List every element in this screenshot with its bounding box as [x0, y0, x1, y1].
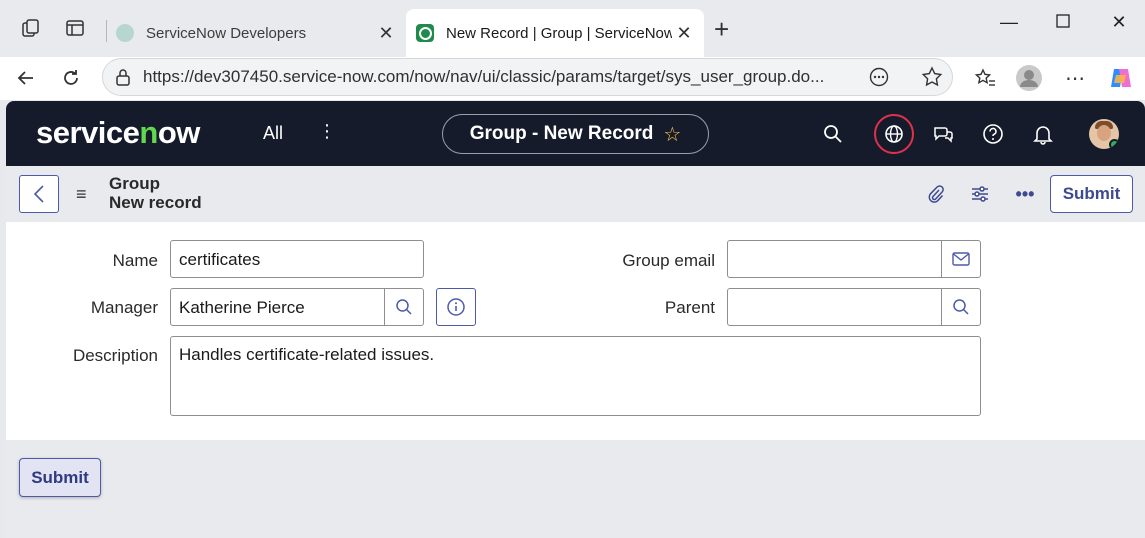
new-tab-icon[interactable]: + [714, 14, 729, 45]
name-field[interactable]: certificates [170, 240, 424, 278]
context-title-pill[interactable]: Group - New Record ☆ [442, 114, 709, 154]
close-tab-icon[interactable]: ✕ [374, 23, 398, 44]
group-email-label: Group email [622, 251, 715, 270]
back-arrow-icon[interactable] [11, 63, 41, 93]
description-textarea[interactable]: Handles certificate-related issues. [170, 336, 981, 416]
url-text: https://dev307450.service-now.com/now/na… [143, 67, 825, 86]
browser-tab-new-record[interactable]: New Record | Group | ServiceNow ✕ [406, 9, 704, 57]
lock-icon[interactable] [103, 68, 143, 86]
parent-label: Parent [664, 298, 715, 317]
language-globe-button[interactable] [874, 114, 914, 154]
back-button[interactable] [19, 175, 59, 213]
form-body: Name certificates Manager Katherine Pier… [6, 222, 1145, 440]
table-label: Group [109, 174, 160, 193]
info-icon [447, 298, 465, 316]
servicenow-header: servicenow All ⋮ Group - New Record ☆ [6, 101, 1145, 166]
workspaces-icon[interactable] [18, 15, 44, 41]
search-icon [953, 299, 969, 315]
online-status-icon [1109, 139, 1119, 149]
servicenow-developers-favicon-icon [116, 24, 134, 42]
manager-preview-button[interactable] [436, 288, 476, 326]
favorite-star-icon[interactable] [921, 66, 943, 93]
notifications-bell-icon[interactable] [1028, 119, 1058, 149]
manager-label: Manager [90, 298, 158, 317]
servicenow-logo[interactable]: servicenow [36, 115, 200, 151]
chat-icon[interactable] [928, 119, 958, 149]
browser-tab-servicenow-developers[interactable]: ServiceNow Developers ✕ [106, 9, 406, 57]
parent-field[interactable] [727, 288, 942, 326]
maximize-icon[interactable] [1048, 12, 1078, 33]
manager-lookup-button[interactable] [384, 288, 424, 326]
browser-menu-icon[interactable]: ⋯ [1060, 63, 1090, 93]
refresh-icon[interactable] [56, 63, 86, 93]
more-options-icon[interactable]: ••• [1014, 183, 1036, 205]
chevron-left-icon [33, 185, 44, 203]
copilot-icon[interactable] [1106, 63, 1136, 93]
favorite-star-icon[interactable]: ☆ [663, 122, 681, 147]
name-label: Name [112, 251, 158, 270]
envelope-icon [952, 252, 970, 266]
form-header: ≡ Group New record ••• Submit [6, 166, 1145, 222]
more-menu-icon[interactable]: ⋮ [318, 121, 336, 142]
group-email-field[interactable] [727, 240, 942, 278]
url-field[interactable]: https://dev307450.service-now.com/now/na… [102, 58, 953, 96]
page-options-icon[interactable] [869, 67, 889, 92]
form-context-menu-icon[interactable]: ≡ [76, 184, 87, 205]
submit-button-bottom[interactable]: Submit [19, 458, 101, 497]
close-window-icon[interactable]: ✕ [1104, 12, 1134, 33]
all-menu-button[interactable]: All [263, 123, 283, 144]
servicenow-favicon-icon [416, 24, 434, 42]
address-bar-row: https://dev307450.service-now.com/now/na… [0, 57, 1145, 100]
close-tab-icon[interactable]: ✕ [672, 23, 696, 44]
personalize-form-sliders-icon[interactable] [969, 183, 991, 205]
tab-title: ServiceNow Developers [146, 24, 307, 42]
parent-lookup-button[interactable] [941, 288, 981, 326]
help-icon[interactable] [978, 119, 1008, 149]
submit-button-top[interactable]: Submit [1050, 175, 1133, 213]
search-icon[interactable] [818, 119, 848, 149]
globe-icon [885, 125, 903, 143]
browser-tab-strip: ServiceNow Developers ✕ New Record | Gro… [0, 0, 1145, 57]
profile-avatar-icon[interactable] [1014, 63, 1044, 93]
tab-title: New Record | Group | ServiceNow [446, 24, 672, 42]
minimize-icon[interactable]: — [994, 12, 1024, 33]
search-icon [396, 299, 412, 315]
description-label: Description [72, 346, 158, 365]
user-avatar[interactable] [1089, 119, 1119, 149]
record-label: New record [109, 193, 202, 212]
manager-field[interactable]: Katherine Pierce [170, 288, 385, 326]
tab-actions-icon[interactable] [62, 15, 88, 41]
send-email-button[interactable] [941, 240, 981, 278]
favorites-icon[interactable] [970, 63, 1000, 93]
context-title: Group - New Record [469, 123, 654, 144]
attachment-paperclip-icon[interactable] [924, 183, 946, 205]
